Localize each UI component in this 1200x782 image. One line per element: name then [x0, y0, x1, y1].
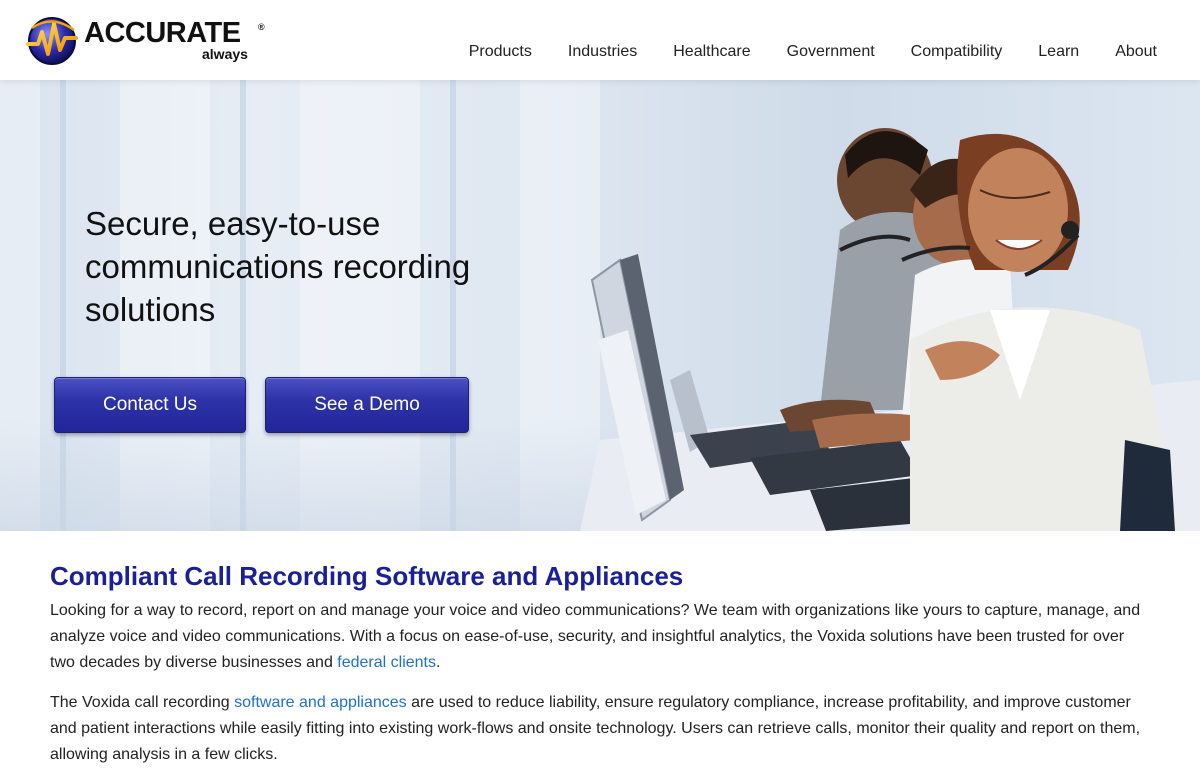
section-title: Compliant Call Recording Software and Ap… [50, 561, 684, 591]
details-text: The Voxida call recording [50, 694, 235, 711]
intro-text: Looking for a way to record, report on a… [50, 602, 1141, 671]
nav-compatibility[interactable]: Compatibility [893, 40, 1021, 64]
federal-clients-link[interactable]: federal clients [337, 654, 436, 671]
logo-registered-mark: ® [258, 22, 265, 32]
logo-wordmark: ACCURATE [84, 17, 241, 49]
site-header: ACCURATE ® always Products Industries He… [0, 0, 1200, 80]
nav-industries[interactable]: Industries [550, 40, 655, 64]
hero-banner: Secure, easy-to-use communications recor… [0, 80, 1200, 531]
main-nav: Products Industries Healthcare Governmen… [451, 40, 1176, 64]
main-content: Compliant Call Recording Software and Ap… [50, 558, 1150, 782]
nav-healthcare[interactable]: Healthcare [655, 40, 768, 64]
accurate-logo[interactable]: ACCURATE ® always [24, 12, 274, 68]
see-demo-button[interactable]: See a Demo [265, 377, 469, 433]
nav-learn[interactable]: Learn [1020, 40, 1097, 64]
call-center-agents-image [580, 128, 1200, 531]
contact-us-button[interactable]: Contact Us [54, 377, 246, 433]
intro-text-end: . [436, 654, 441, 671]
software-appliances-link[interactable]: software and appliances [234, 694, 407, 711]
logo-tagline: always [202, 46, 248, 62]
intro-paragraph: Looking for a way to record, report on a… [50, 598, 1150, 676]
nav-about[interactable]: About [1097, 40, 1176, 64]
nav-products[interactable]: Products [451, 40, 550, 64]
hero-headline: Secure, easy-to-use communications recor… [85, 205, 471, 328]
logo-globe-icon [26, 17, 78, 65]
details-paragraph: The Voxida call recording software and a… [50, 690, 1150, 768]
nav-government[interactable]: Government [769, 40, 893, 64]
